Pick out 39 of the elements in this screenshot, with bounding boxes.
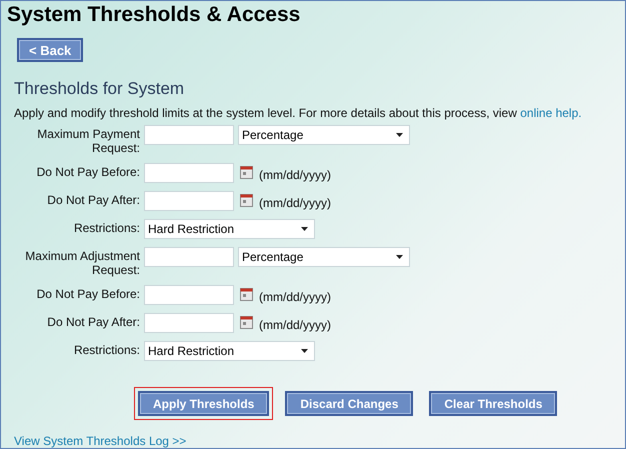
field-label: Restrictions: (72, 220, 140, 235)
field-label: Do Not Pay Before: (36, 164, 140, 179)
description-text: Apply and modify threshold limits at the system level. For more details about this process, view online help. (14, 106, 583, 120)
online-help-link[interactable]: online help. (520, 106, 582, 120)
date-format-hint: (mm/dd/yyyy) (259, 195, 331, 210)
unit-dropdown[interactable]: Percentage (238, 125, 410, 145)
restriction-dropdown[interactable]: Hard Restriction (144, 341, 315, 361)
caret-icon (301, 349, 308, 353)
restriction-dropdown[interactable]: Hard Restriction (144, 219, 315, 239)
calendar-icon[interactable] (240, 288, 253, 301)
calendar-icon[interactable] (240, 316, 253, 329)
unit-dropdown[interactable]: Percentage (238, 247, 410, 267)
calendar-icon[interactable] (240, 194, 253, 207)
date-format-hint: (mm/dd/yyyy) (259, 167, 331, 182)
back-button[interactable]: < Back (17, 38, 84, 62)
amount-field[interactable] (144, 125, 234, 145)
date-format-hint: (mm/dd/yyyy) (259, 289, 331, 304)
field-label: Restrictions: (72, 342, 140, 357)
calendar-icon[interactable] (240, 166, 253, 179)
action-button[interactable]: Discard Changes (285, 391, 414, 416)
amount-field[interactable] (144, 247, 234, 267)
field-label: Do Not Pay After: (46, 192, 140, 207)
caret-icon (396, 255, 403, 259)
field-label: Do Not Pay Before: (36, 286, 140, 301)
date-format-hint: (mm/dd/yyyy) (259, 317, 331, 332)
section-title: Thresholds for System (14, 79, 186, 99)
date-field[interactable] (144, 191, 234, 211)
action-button[interactable]: Apply Thresholds (138, 391, 270, 416)
caret-icon (396, 133, 403, 137)
field-label: Maximum Adjustment Request: (24, 248, 140, 277)
date-field[interactable] (144, 285, 234, 305)
page-title: System Thresholds & Access (6, 2, 302, 28)
date-field[interactable] (144, 163, 234, 183)
action-button[interactable]: Clear Thresholds (429, 391, 558, 416)
caret-icon (301, 227, 308, 231)
field-label: Maximum Payment Request: (36, 126, 140, 155)
field-label: Do Not Pay After: (46, 314, 140, 329)
log-link[interactable]: View System Thresholds Log >> (14, 434, 625, 448)
date-field[interactable] (144, 313, 234, 333)
